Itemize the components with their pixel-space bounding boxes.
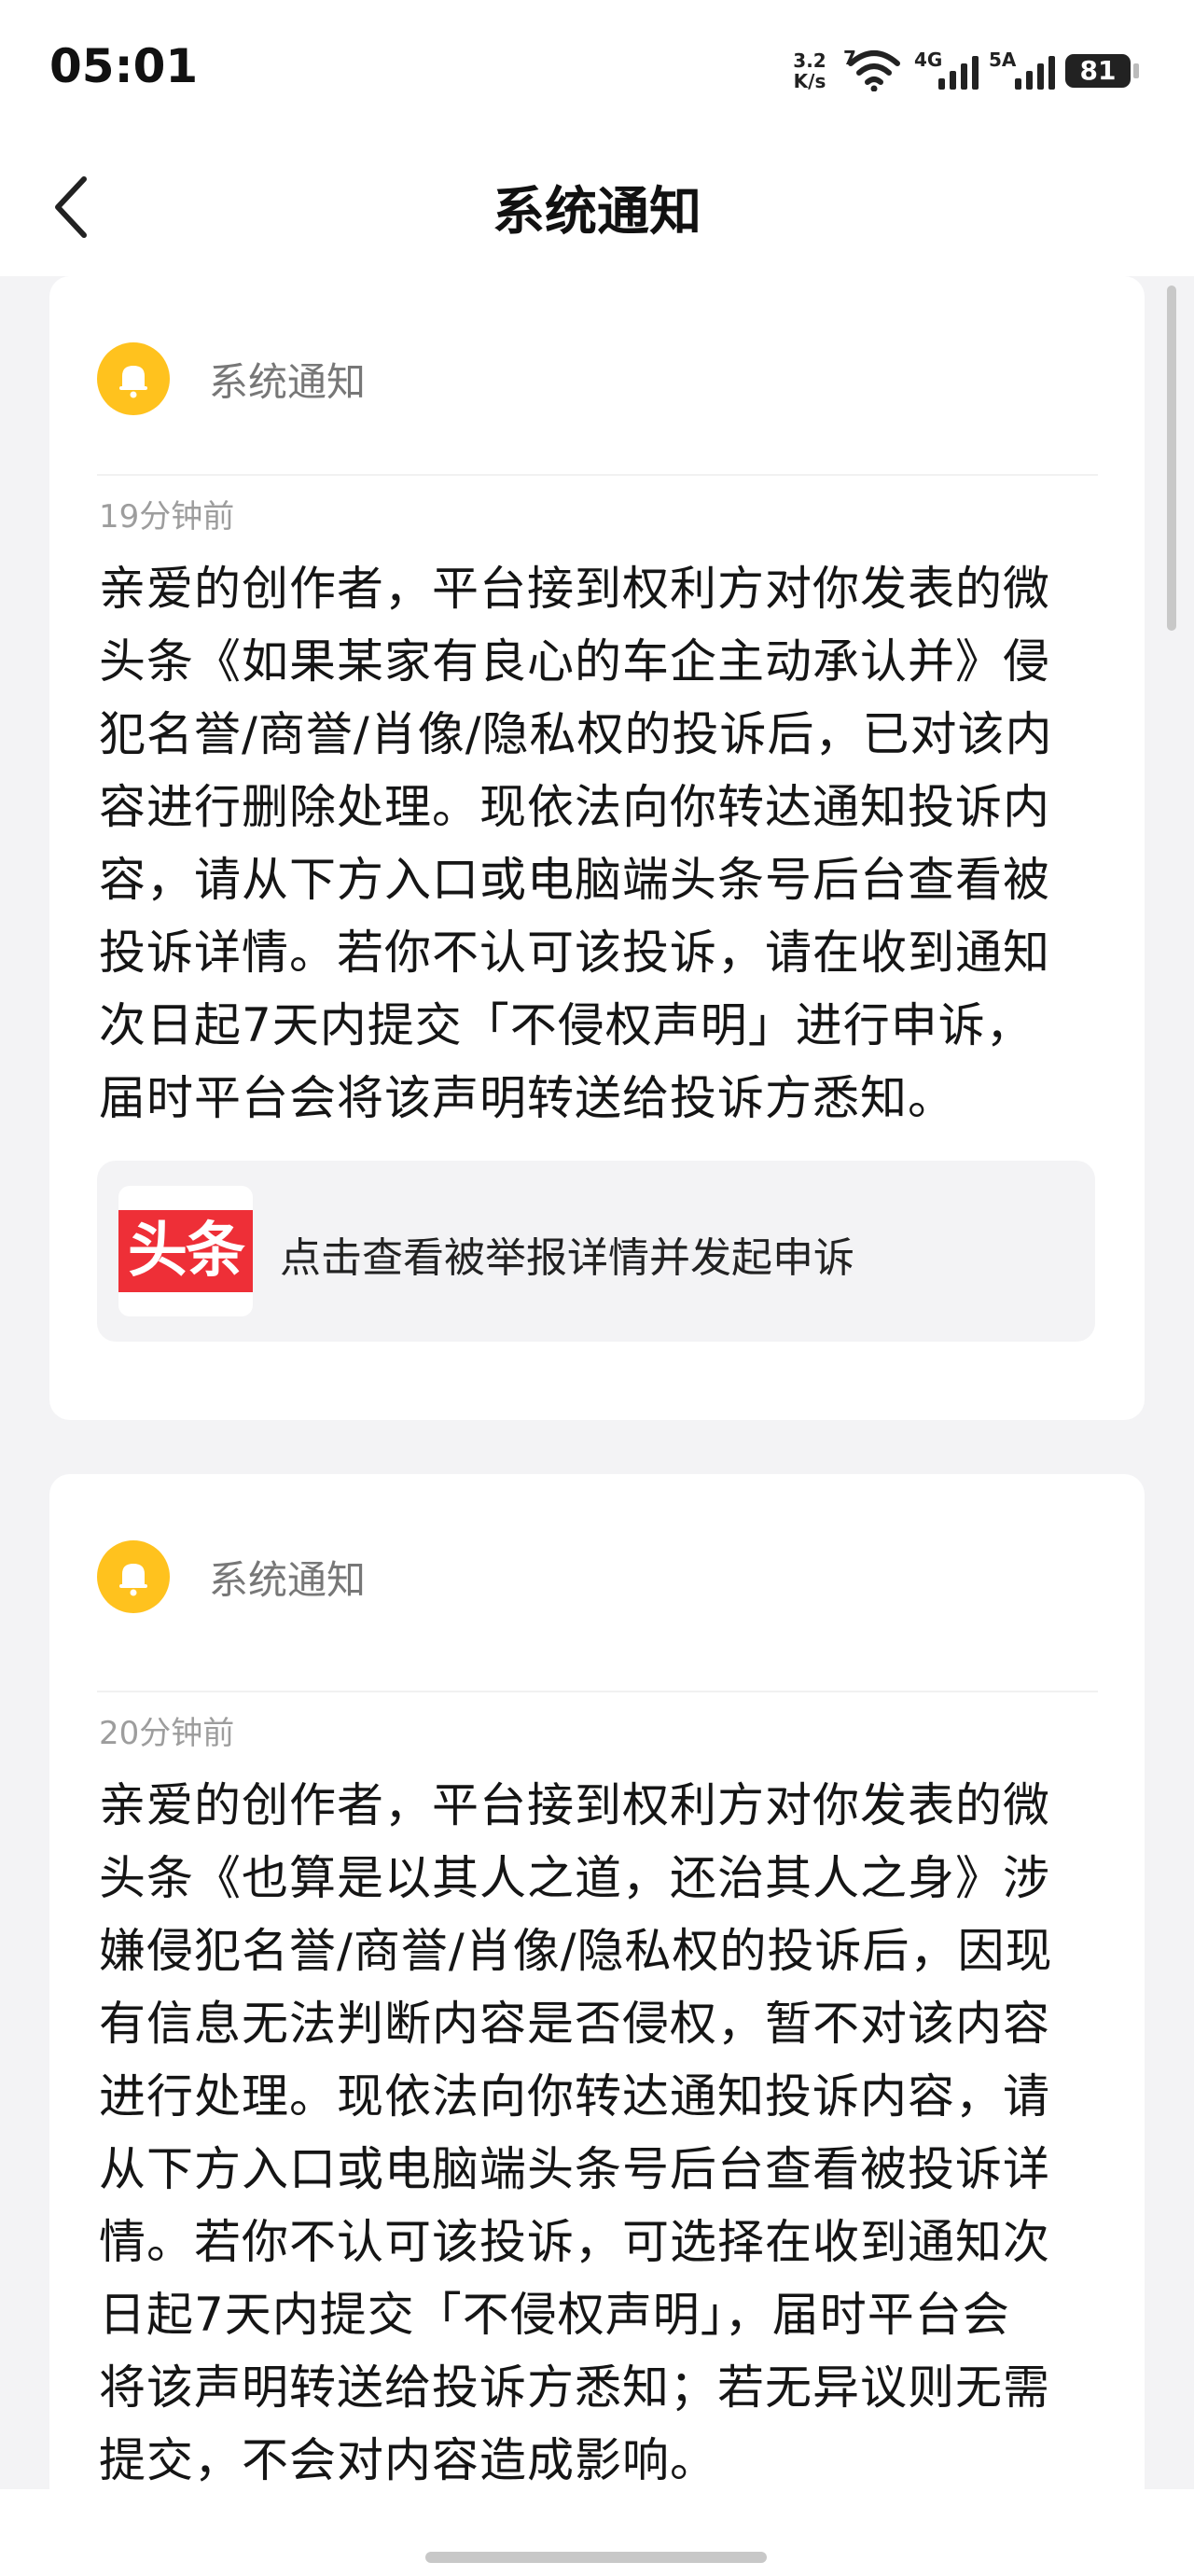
complaint-detail-link[interactable]: 头条 点击查看被举报详情并发起申诉 [97, 1161, 1095, 1342]
bell-icon [97, 342, 170, 415]
notification-time: 20分钟前 [99, 1715, 235, 1752]
notification-time: 19分钟前 [99, 498, 235, 536]
divider [97, 474, 1098, 476]
message-line: 投诉详情。若你不认可该投诉，请在收到通知 [99, 926, 1050, 980]
net-speed-value: 3.2 [793, 49, 826, 72]
message-line: 亲爱的创作者，平台接到权利方对你发表的微 [99, 562, 1050, 616]
page-title: 系统通知 [493, 182, 701, 243]
message-line: 将该声明转送给投诉方悉知；若无异议则无需 [99, 2360, 1050, 2415]
sim2-signal-icon [1015, 54, 1055, 90]
status-time: 05:01 [49, 39, 199, 93]
notification-message: 亲爱的创作者，平台接到权利方对你发表的微 头条《如果某家有良心的车企主动承认并》… [99, 552, 1125, 1135]
message-line: 头条《如果某家有良心的车企主动承认并》侵 [99, 634, 1050, 689]
message-line: 容进行删除处理。现依法向你转达通知投诉内 [99, 780, 1050, 834]
card-header: 系统通知 [97, 1539, 366, 1614]
notification-card: 系统通知 19分钟前 亲爱的创作者，平台接到权利方对你发表的微 头条《如果某家有… [49, 276, 1145, 1420]
battery-cap [1133, 63, 1139, 78]
divider [97, 1691, 1098, 1692]
back-button[interactable] [47, 168, 103, 246]
bottom-nav-area [0, 2489, 1194, 2576]
battery-icon: 81 [1065, 54, 1131, 88]
link-label: 点击查看被举报详情并发起申诉 [280, 1234, 854, 1282]
net-speed-indicator: 3.2 K/s [789, 50, 830, 91]
notification-card: 系统通知 20分钟前 亲爱的创作者，平台接到权利方对你发表的微 头条《也算是以其… [49, 1474, 1145, 2575]
message-line: 届时平台会将该声明转送给投诉方悉知。 [99, 1071, 955, 1125]
message-line: 进行处理。现依法向你转达通知投诉内容，请 [99, 2069, 1050, 2123]
card-header: 系统通知 [97, 341, 366, 416]
status-bar: 05:01 3.2 K/s 7 4G 5A 81 [0, 0, 1194, 138]
message-line: 次日起7天内提交「不侵权声明」进行申诉， [99, 998, 1034, 1052]
message-line: 头条《也算是以其人之道，还治其人之身》涉 [99, 1851, 1050, 1905]
nav-bar: 系统通知 [0, 138, 1194, 276]
sim1-signal-icon [938, 54, 979, 90]
chevron-left-icon [55, 176, 87, 238]
message-line: 嫌侵犯名誉/商誉/肖像/隐私权的投诉后，因现 [99, 1924, 1053, 1978]
wifi-icon [848, 50, 900, 91]
message-line: 日起7天内提交「不侵权声明」，届时平台会 [99, 2288, 1010, 2342]
scrollbar[interactable] [1167, 285, 1176, 631]
message-line: 情。若你不认可该投诉，可选择在收到通知次 [99, 2215, 1050, 2269]
message-line: 亲爱的创作者，平台接到权利方对你发表的微 [99, 1778, 1050, 1832]
notification-message: 亲爱的创作者，平台接到权利方对你发表的微 头条《也算是以其人之道，还治其人之身》… [99, 1769, 1125, 2497]
sim2-network-label: 5A [989, 49, 1017, 71]
message-line: 有信息无法判断内容是否侵权，暂不对该内容 [99, 1997, 1050, 2051]
toutiao-logo-mark: 头条 [118, 1210, 253, 1292]
message-line: 提交，不会对内容造成影响。 [99, 2433, 717, 2487]
net-speed-unit: K/s [793, 70, 826, 92]
message-line: 犯名誉/商誉/肖像/隐私权的投诉后，已对该内 [99, 707, 1053, 761]
sender-name: 系统通知 [209, 1556, 367, 1603]
sender-name: 系统通知 [209, 358, 367, 405]
toutiao-logo: 头条 [118, 1186, 253, 1316]
home-indicator[interactable] [425, 2552, 767, 2563]
message-line: 容，请从下方入口或电脑端头条号后台查看被 [99, 853, 1050, 907]
bell-icon [97, 1540, 170, 1613]
message-line: 从下方入口或电脑端头条号后台查看被投诉详 [99, 2142, 1050, 2196]
